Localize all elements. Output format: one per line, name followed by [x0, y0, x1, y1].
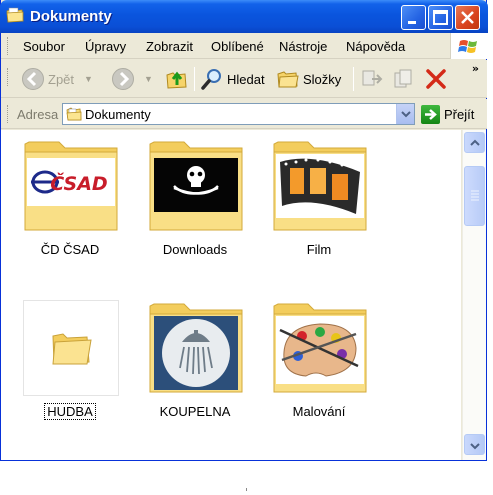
shower-folder-icon — [149, 303, 243, 393]
forward-button[interactable]: ▼ — [111, 64, 153, 94]
menu-napoveda[interactable]: Nápověda — [346, 39, 405, 54]
address-value: Dokumenty — [85, 107, 151, 122]
address-bar: Adresa Dokumenty Přejít — [1, 99, 487, 129]
folder-content-view[interactable]: ČSAD ČD ČSAD Downloads Film HUDBA KOUPEL… — [1, 130, 461, 460]
svg-text:ČSAD: ČSAD — [50, 171, 107, 195]
toolbar-separator — [353, 67, 354, 91]
folder-item[interactable]: Downloads — [140, 138, 250, 278]
chevron-up-icon — [470, 139, 480, 146]
pirate-flag-folder-icon — [149, 141, 243, 231]
menu-upravy[interactable]: Úpravy — [85, 39, 126, 54]
folder-label: Film — [306, 242, 332, 257]
toolbar-grip[interactable] — [7, 68, 10, 86]
grip-lines-icon — [471, 190, 479, 201]
back-button[interactable]: Zpět ▼ — [21, 64, 93, 94]
chevron-down-icon — [470, 443, 480, 450]
search-label: Hledat — [227, 71, 265, 87]
folder-label: Malování — [292, 404, 346, 419]
folders-icon — [277, 71, 299, 88]
folder-label: HUDBA — [15, 403, 125, 420]
search-icon — [201, 69, 221, 90]
title-bar[interactable]: Dokumenty — [0, 0, 488, 33]
address-input[interactable]: Dokumenty — [62, 103, 415, 125]
forward-arrow-icon — [112, 68, 134, 90]
window-title: Dokumenty — [30, 8, 112, 25]
go-arrow-icon — [421, 104, 440, 124]
move-to-icon — [362, 70, 383, 86]
chevron-down-icon — [401, 111, 411, 118]
folders-button[interactable]: Složky — [276, 64, 341, 94]
go-button[interactable]: Přejít — [421, 104, 474, 124]
back-arrow-icon — [22, 68, 44, 90]
forward-dropdown-icon[interactable]: ▼ — [144, 74, 153, 84]
back-label: Zpět — [48, 71, 75, 87]
folder-item-selected[interactable]: HUDBA — [15, 300, 125, 440]
documents-folder-icon — [66, 107, 82, 121]
menu-oblibene[interactable]: Oblíbené — [211, 39, 264, 54]
explorer-window: Dokumenty Soubor Úpravy Zobrazit Oblíben… — [0, 0, 488, 461]
delete-button[interactable] — [424, 64, 451, 94]
delete-x-icon — [426, 69, 446, 89]
folder-label: Downloads — [162, 242, 228, 257]
folder-item[interactable]: KOUPELNA — [140, 300, 250, 440]
vertical-scrollbar[interactable] — [462, 130, 486, 460]
scroll-up-button[interactable] — [464, 132, 485, 153]
plain-folder-icon — [23, 300, 119, 396]
close-icon — [461, 11, 474, 24]
menu-soubor[interactable]: Soubor — [23, 39, 65, 54]
go-label: Přejít — [444, 106, 475, 122]
address-grip[interactable] — [7, 105, 10, 123]
minimize-button[interactable] — [401, 5, 426, 30]
folder-item[interactable]: ČSAD ČD ČSAD — [15, 138, 125, 278]
maximize-icon — [433, 10, 448, 25]
menu-zobrazit[interactable]: Zobrazit — [146, 39, 193, 54]
move-to-button[interactable] — [360, 64, 387, 94]
folders-label: Složky — [303, 71, 342, 87]
copy-to-button[interactable] — [392, 64, 419, 94]
maximize-button[interactable] — [428, 5, 453, 30]
toolbar-overflow-icon[interactable]: » — [472, 62, 479, 75]
copy-to-icon — [394, 69, 412, 88]
windows-logo-icon — [450, 33, 487, 59]
folder-icon — [6, 7, 24, 23]
menu-bar: Soubor Úpravy Zobrazit Oblíbené Nástroje… — [1, 33, 487, 59]
up-folder-icon — [166, 71, 187, 89]
standard-toolbar: Zpět ▼ ▼ Hledat Složky » — [1, 60, 487, 98]
csad-logo-folder-icon: ČSAD — [24, 141, 118, 231]
film-strip-folder-icon — [273, 141, 367, 231]
up-folder-button[interactable] — [165, 64, 192, 94]
menu-grip[interactable] — [7, 37, 10, 55]
folder-item[interactable]: Malování — [264, 300, 374, 440]
background-artifact — [246, 488, 247, 491]
close-button[interactable] — [455, 5, 480, 30]
menu-nastroje[interactable]: Nástroje — [279, 39, 327, 54]
minimize-icon — [408, 21, 416, 24]
back-dropdown-icon[interactable]: ▼ — [84, 74, 93, 84]
scroll-thumb[interactable] — [464, 166, 485, 226]
search-button[interactable]: Hledat — [200, 64, 265, 94]
folder-item[interactable]: Film — [264, 138, 374, 278]
scroll-down-button[interactable] — [464, 434, 485, 455]
toolbar-separator — [194, 67, 195, 91]
address-label: Adresa — [17, 107, 59, 122]
folder-label: ČD ČSAD — [40, 242, 100, 257]
address-dropdown-button[interactable] — [396, 104, 414, 124]
folder-label: KOUPELNA — [159, 404, 231, 419]
paint-palette-folder-icon — [273, 303, 367, 393]
